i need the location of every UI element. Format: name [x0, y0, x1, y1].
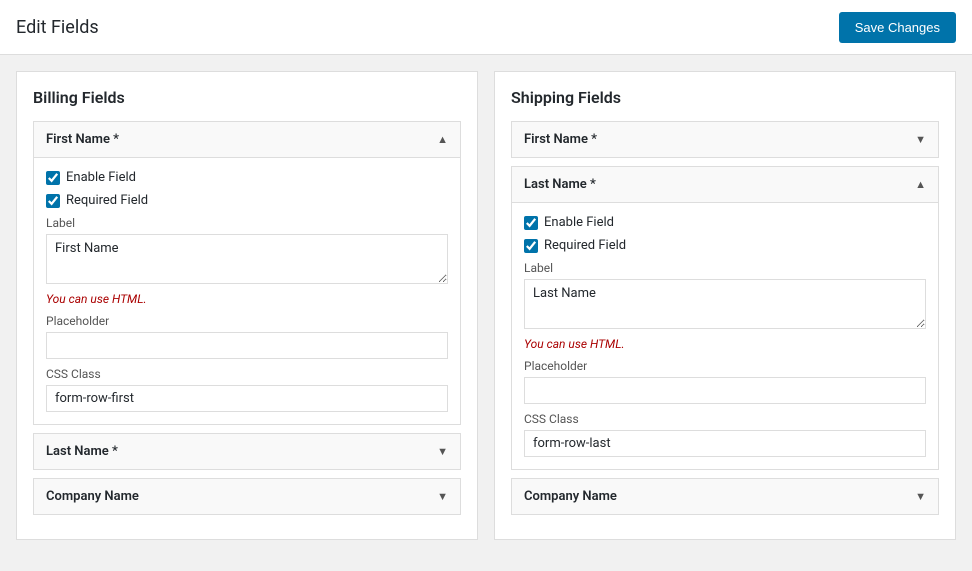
shipping-company-chevron-down-icon: ▼	[915, 490, 926, 503]
billing-first-name-css-input[interactable]	[46, 385, 448, 412]
main-content: Billing Fields First Name * ▲ Enable Fie…	[0, 55, 972, 556]
header-bar: Edit Fields Save Changes	[0, 0, 972, 55]
shipping-column: Shipping Fields First Name * ▼ Last Name…	[494, 71, 956, 540]
page-title: Edit Fields	[16, 17, 99, 38]
shipping-last-name-label-textarea[interactable]: Last Name	[524, 279, 926, 329]
billing-last-name-chevron-down-icon: ▼	[437, 445, 448, 458]
billing-first-name-placeholder-heading: Placeholder	[46, 314, 448, 328]
shipping-last-name-css-input[interactable]	[524, 430, 926, 457]
shipping-last-name-required-label: Required Field	[544, 238, 626, 253]
billing-first-name-html-hint: You can use HTML.	[46, 292, 448, 306]
billing-first-name-body: Enable Field Required Field Label First …	[34, 157, 460, 424]
shipping-first-name-chevron-down-icon: ▼	[915, 133, 926, 146]
billing-company-header[interactable]: Company Name ▼	[34, 479, 460, 514]
shipping-last-name-label-heading: Label	[524, 261, 926, 275]
billing-first-name-label-textarea[interactable]: First Name	[46, 234, 448, 284]
shipping-last-name-label: Last Name *	[524, 177, 596, 192]
billing-column-title: Billing Fields	[33, 88, 461, 107]
billing-first-name-required-row: Required Field	[46, 193, 448, 208]
billing-first-name-required-checkbox[interactable]	[46, 194, 60, 208]
shipping-first-name-label: First Name *	[524, 132, 597, 147]
billing-company-field: Company Name ▼	[33, 478, 461, 515]
shipping-last-name-enable-row: Enable Field	[524, 215, 926, 230]
billing-first-name-css-heading: CSS Class	[46, 367, 448, 381]
shipping-last-name-placeholder-heading: Placeholder	[524, 359, 926, 373]
billing-company-label: Company Name	[46, 489, 139, 504]
shipping-last-name-field: Last Name * ▲ Enable Field Required Fiel…	[511, 166, 939, 470]
billing-first-name-required-label: Required Field	[66, 193, 148, 208]
shipping-last-name-required-row: Required Field	[524, 238, 926, 253]
shipping-company-label: Company Name	[524, 489, 617, 504]
billing-first-name-header[interactable]: First Name * ▲	[34, 122, 460, 157]
billing-last-name-field: Last Name * ▼	[33, 433, 461, 470]
shipping-last-name-enable-checkbox[interactable]	[524, 216, 538, 230]
billing-company-chevron-down-icon: ▼	[437, 490, 448, 503]
shipping-last-name-chevron-up-icon: ▲	[915, 178, 926, 191]
billing-first-name-chevron-up-icon: ▲	[437, 133, 448, 146]
shipping-last-name-html-hint: You can use HTML.	[524, 337, 926, 351]
shipping-company-field: Company Name ▼	[511, 478, 939, 515]
billing-first-name-enable-row: Enable Field	[46, 170, 448, 185]
billing-first-name-label: First Name *	[46, 132, 119, 147]
shipping-last-name-enable-label: Enable Field	[544, 215, 614, 230]
shipping-company-header[interactable]: Company Name ▼	[512, 479, 938, 514]
billing-last-name-label: Last Name *	[46, 444, 118, 459]
shipping-column-title: Shipping Fields	[511, 88, 939, 107]
billing-last-name-header[interactable]: Last Name * ▼	[34, 434, 460, 469]
shipping-last-name-header[interactable]: Last Name * ▲	[512, 167, 938, 202]
billing-first-name-label-heading: Label	[46, 216, 448, 230]
billing-first-name-enable-label: Enable Field	[66, 170, 136, 185]
shipping-last-name-placeholder-input[interactable]	[524, 377, 926, 404]
page-wrapper: Edit Fields Save Changes Billing Fields …	[0, 0, 972, 571]
save-button[interactable]: Save Changes	[839, 12, 956, 43]
shipping-last-name-body: Enable Field Required Field Label Last N…	[512, 202, 938, 469]
shipping-first-name-header[interactable]: First Name * ▼	[512, 122, 938, 157]
shipping-last-name-required-checkbox[interactable]	[524, 239, 538, 253]
shipping-last-name-css-heading: CSS Class	[524, 412, 926, 426]
billing-first-name-field: First Name * ▲ Enable Field Required Fie…	[33, 121, 461, 425]
billing-first-name-placeholder-input[interactable]	[46, 332, 448, 359]
billing-column: Billing Fields First Name * ▲ Enable Fie…	[16, 71, 478, 540]
shipping-first-name-field: First Name * ▼	[511, 121, 939, 158]
billing-first-name-enable-checkbox[interactable]	[46, 171, 60, 185]
